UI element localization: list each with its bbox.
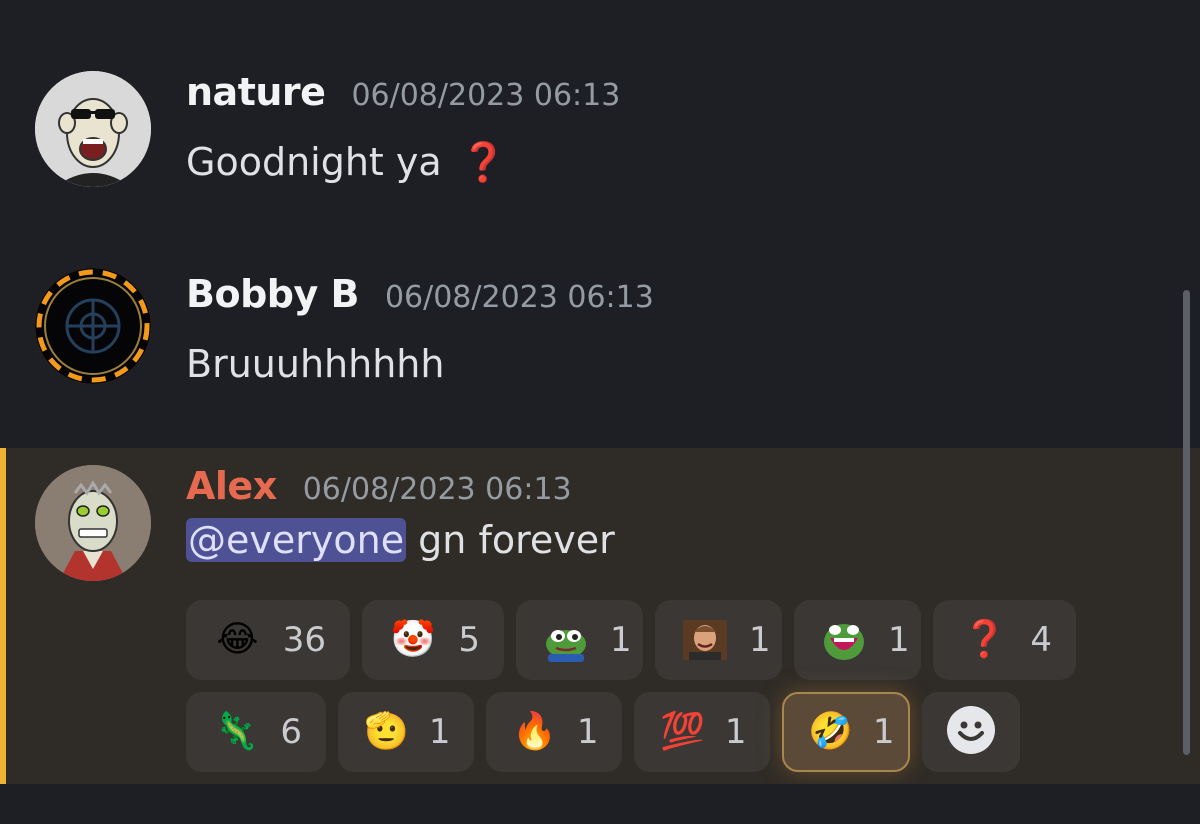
pepe-frog-icon [542,616,590,664]
timestamp: 06/08/2023 06:13 [302,472,572,507]
message-header: Alex 06/08/2023 06:13 [186,464,572,508]
message-text: Goodnight ya [186,140,442,184]
fire-ring-emblem-avatar[interactable] [35,268,151,384]
reaction-laughing-man-meme[interactable]: 1 [655,600,782,680]
red-question-mark-icon: ❓ [459,140,507,184]
reaction-count: 1 [610,620,632,660]
red-question-mark-icon: ❓ [962,619,1008,660]
lizard-avatar[interactable] [35,465,151,581]
reaction-lizard[interactable]: 🦎 6 [186,692,326,772]
pepe-laughing-icon [820,616,868,664]
reaction-count: 1 [888,620,910,660]
message-alex-highlighted[interactable]: Alex 06/08/2023 06:13 @everyone gn forev… [0,448,1200,784]
reaction-face-with-tears-of-joy[interactable]: 😂 36 [186,600,350,680]
scrollbar[interactable] [1183,290,1190,755]
username[interactable]: Alex [186,464,277,508]
reaction-count: 1 [724,712,747,752]
reaction-count: 4 [1030,620,1052,660]
reaction-pepe-frog[interactable]: 1 [516,600,643,680]
smiley-face-icon [946,705,996,759]
timestamp: 06/08/2023 06:13 [384,280,654,315]
username[interactable]: nature [186,70,326,114]
everyone-mention[interactable]: @everyone [186,518,407,562]
message-content: Goodnight ya ❓ [186,140,507,185]
message-header: nature 06/08/2023 06:13 [186,70,620,114]
reaction-count: 1 [576,712,599,752]
reaction-count: 6 [280,712,302,752]
reactions-row-1: 😂 36 🤡 5 1 1 1 ❓ 4 [186,600,1186,680]
reaction-red-question-mark[interactable]: ❓ 4 [933,600,1076,680]
reaction-hundred-points[interactable]: 💯 1 [634,692,770,772]
chat-window: nature 06/08/2023 06:13 Goodnight ya ❓ Bo… [0,0,1200,824]
face-with-tears-of-joy-icon: 😂 [216,619,259,660]
message-bobby-b[interactable]: Bobby B 06/08/2023 06:13 Bruuuhhhhhh [0,220,1200,448]
lizard-icon: 🦎 [213,711,259,752]
reaction-saluting-face[interactable]: 🫡 1 [338,692,474,772]
hundred-points-icon: 💯 [660,711,705,752]
bottom-bar [0,784,1200,824]
username[interactable]: Bobby B [186,272,359,316]
fire-icon: 🔥 [512,711,557,752]
reaction-count: 5 [458,620,480,660]
reaction-pepe-laughing[interactable]: 1 [794,600,921,680]
message-nature[interactable]: nature 06/08/2023 06:13 Goodnight ya ❓ [0,0,1200,220]
message-content: Bruuuhhhhhh [186,342,445,386]
message-content: @everyone gn forever [186,518,615,562]
reaction-rolling-on-floor-laughing-selected[interactable]: 🤣 1 [782,692,910,772]
clown-face-icon: 🤡 [390,619,436,660]
reactions-bar: 😂 36 🤡 5 1 1 1 ❓ 4 🦎 6 🫡 1 🔥 1 💯 1 🤣 1 [186,600,1186,784]
saluting-face-icon: 🫡 [364,711,409,752]
reactions-row-2: 🦎 6 🫡 1 🔥 1 💯 1 🤣 1 [186,692,1186,772]
rolling-on-floor-laughing-icon: 🤣 [808,711,853,752]
reaction-fire[interactable]: 🔥 1 [486,692,622,772]
reaction-count: 1 [749,620,771,660]
timestamp: 06/08/2023 06:13 [351,78,621,113]
reaction-count: 36 [282,620,326,660]
reaction-count: 1 [428,712,451,752]
laughing-man-meme-icon [681,616,729,664]
ape-sunglasses-avatar[interactable] [35,71,151,187]
add-reaction-button[interactable] [922,692,1020,772]
reaction-count: 1 [872,712,895,752]
message-header: Bobby B 06/08/2023 06:13 [186,272,654,316]
reaction-clown-face[interactable]: 🤡 5 [362,600,504,680]
message-text: gn forever [406,518,615,562]
